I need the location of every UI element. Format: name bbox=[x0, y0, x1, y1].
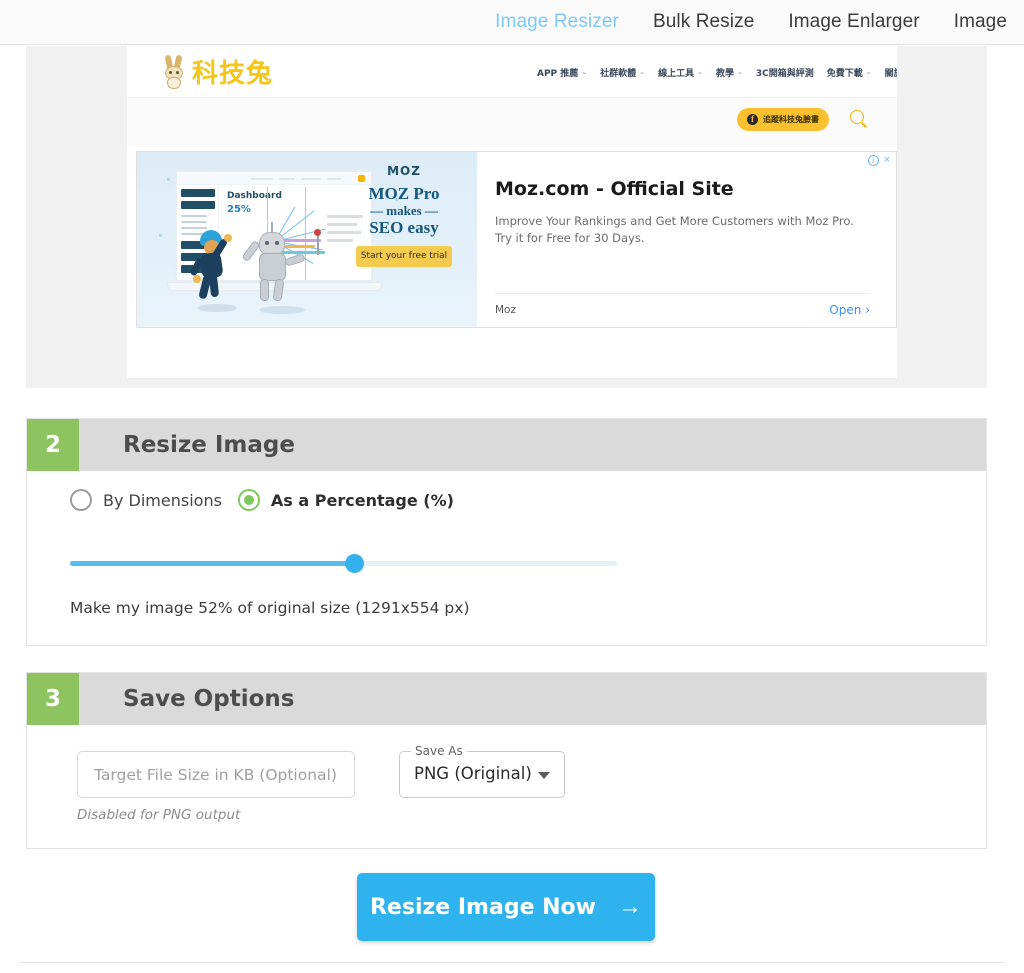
preview-nav-label-3: 教學 bbox=[715, 68, 734, 79]
nav-item-image[interactable]: Image bbox=[937, 11, 1024, 33]
preview-nav-label-6: 關於科技兔 bbox=[884, 68, 897, 79]
preview-nav-item-5[interactable]: 免費下載 ⌄ bbox=[827, 66, 872, 79]
radio-by-dimensions-label: By Dimensions bbox=[103, 490, 222, 510]
preview-nav-label-5: 免費下載 bbox=[826, 68, 863, 79]
target-file-size-input[interactable] bbox=[77, 751, 355, 798]
preview-follow-facebook-button[interactable]: f 追蹤科技兔臉書 bbox=[737, 108, 829, 131]
moz-logo: MOZ bbox=[387, 164, 421, 178]
preview-site-logo: 科技兔 bbox=[163, 53, 273, 90]
ad-open-label: Open bbox=[829, 303, 862, 317]
radio-as-percentage-indicator[interactable] bbox=[237, 489, 260, 511]
preview-follow-label: 追蹤科技兔臉書 bbox=[763, 115, 819, 124]
preview-nav-item-2[interactable]: 線上工具 ⌄ bbox=[658, 66, 703, 79]
slider-fill bbox=[70, 561, 355, 566]
preview-nav-item-3[interactable]: 教學 ⌄ bbox=[716, 66, 743, 79]
rabbit-logo-icon bbox=[163, 54, 185, 89]
chevron-down-icon: ⌄ bbox=[697, 68, 703, 76]
radio-as-percentage-label: As a Percentage (%) bbox=[270, 490, 454, 510]
ad-headline-line-2: — makes — bbox=[370, 202, 438, 218]
robot-character-illustration bbox=[241, 222, 306, 302]
chevron-down-icon[interactable] bbox=[538, 772, 550, 779]
preview-site-subbar: f 追蹤科技兔臉書 bbox=[127, 98, 897, 146]
chevron-right-icon: › bbox=[865, 303, 870, 317]
ad-creative-cta-button[interactable]: Start your free trial bbox=[356, 246, 452, 268]
slider-thumb[interactable] bbox=[345, 554, 365, 573]
section-3-title: Save Options bbox=[123, 686, 295, 712]
resize-mode-radio-group: By Dimensions As a Percentage (%) bbox=[70, 489, 454, 511]
radio-by-dimensions[interactable]: By Dimensions bbox=[70, 489, 222, 511]
ad-description: Improve Your Rankings and Get More Custo… bbox=[495, 214, 854, 246]
radio-by-dimensions-indicator[interactable] bbox=[70, 489, 92, 511]
top-navigation-bar: Image Resizer Bulk Resize Image Enlarger… bbox=[0, 0, 1024, 45]
section-2-header: 2 Resize Image bbox=[27, 419, 986, 471]
ad-headline-line-1: MOZ Pro bbox=[368, 184, 440, 203]
adchoices-icon[interactable]: i bbox=[867, 155, 879, 166]
ad-brand-name: Moz bbox=[495, 304, 516, 316]
section-save-options: 3 Save Options Disabled for PNG output S… bbox=[26, 672, 987, 849]
resize-caption: Make my image 52% of original size (1291… bbox=[70, 599, 470, 617]
section-3-number: 3 bbox=[27, 673, 79, 725]
section-2-title: Resize Image bbox=[123, 432, 295, 458]
search-icon[interactable] bbox=[850, 110, 869, 129]
section-resize-image: 2 Resize Image By Dimensions As a Percen… bbox=[26, 418, 987, 646]
preview-nav-item-6[interactable]: 關於科技兔 bbox=[885, 66, 897, 79]
save-as-label: Save As bbox=[411, 744, 467, 758]
image-preview-pane: 科技兔 APP 推薦 ⌄ 社群軟體 ⌄ 線上工具 ⌄ 教學 ⌄ 3C開箱與評測 … bbox=[26, 46, 987, 388]
ad-controls: i × bbox=[867, 155, 890, 166]
facebook-icon: f bbox=[747, 114, 758, 125]
save-as-select[interactable]: Save As PNG (Original) bbox=[399, 744, 565, 798]
close-icon[interactable]: × bbox=[884, 155, 890, 166]
chevron-down-icon: ⌄ bbox=[736, 68, 743, 76]
resize-image-now-button[interactable]: Resize Image Now → bbox=[357, 873, 655, 941]
preview-nav-label-1: 社群軟體 bbox=[600, 68, 637, 79]
bottom-divider bbox=[20, 962, 1004, 963]
preview-nav-label-0: APP 推薦 bbox=[537, 68, 579, 79]
ad-info-panel: i × Moz.com - Official Site Improve Your… bbox=[477, 152, 896, 327]
preview-nav-label-4: 3C開箱與評測 bbox=[755, 68, 814, 79]
chevron-down-icon: ⌄ bbox=[865, 68, 872, 76]
ad-headline-line-3: SEO easy bbox=[369, 218, 439, 238]
preview-nav-label-2: 線上工具 bbox=[658, 68, 695, 79]
section-2-number: 2 bbox=[27, 419, 79, 471]
preview-nav-item-0[interactable]: APP 推薦 ⌄ bbox=[537, 66, 587, 79]
ad-creative-headline: MOZ Pro — makes — SEO easy bbox=[345, 184, 463, 238]
percentage-slider[interactable] bbox=[70, 551, 617, 575]
file-size-note: Disabled for PNG output bbox=[77, 807, 241, 823]
preview-site-header: 科技兔 APP 推薦 ⌄ 社群軟體 ⌄ 線上工具 ⌄ 教學 ⌄ 3C開箱與評測 … bbox=[127, 46, 897, 98]
ad-dashboard-title: Dashboard bbox=[227, 191, 282, 201]
resize-image-now-label: Resize Image Now bbox=[369, 894, 596, 920]
chevron-down-icon: ⌄ bbox=[581, 68, 588, 76]
ad-title[interactable]: Moz.com - Official Site bbox=[495, 178, 870, 200]
chevron-down-icon: ⌄ bbox=[639, 68, 646, 76]
section-2-body: By Dimensions As a Percentage (%) Make m… bbox=[27, 471, 986, 646]
nav-item-image-enlarger[interactable]: Image Enlarger bbox=[771, 11, 936, 33]
preview-advertisement: Dashboard 25% MOZ MOZ Pro — makes — SEO … bbox=[136, 151, 897, 328]
preview-nav-item-4[interactable]: 3C開箱與評測 bbox=[756, 66, 814, 79]
previewed-image: 科技兔 APP 推薦 ⌄ 社群軟體 ⌄ 線上工具 ⌄ 教學 ⌄ 3C開箱與評測 … bbox=[127, 46, 897, 378]
nav-item-image-resizer[interactable]: Image Resizer bbox=[478, 11, 636, 33]
preview-site-nav: APP 推薦 ⌄ 社群軟體 ⌄ 線上工具 ⌄ 教學 ⌄ 3C開箱與評測 免費下載… bbox=[537, 46, 897, 98]
preview-site-logo-text: 科技兔 bbox=[192, 59, 274, 89]
arrow-right-icon: → bbox=[618, 893, 642, 920]
save-as-value: PNG (Original) bbox=[414, 764, 532, 783]
section-3-header: 3 Save Options bbox=[27, 673, 986, 725]
nav-item-bulk-resize[interactable]: Bulk Resize bbox=[636, 11, 771, 33]
radio-as-percentage[interactable]: As a Percentage (%) bbox=[237, 489, 454, 511]
ad-footer: Moz Open › bbox=[495, 293, 870, 317]
preview-nav-item-1[interactable]: 社群軟體 ⌄ bbox=[600, 66, 645, 79]
ad-open-link[interactable]: Open › bbox=[829, 303, 870, 317]
section-3-body: Disabled for PNG output Save As PNG (Ori… bbox=[27, 725, 986, 849]
ad-creative-copy: MOZ MOZ Pro — makes — SEO easy Start you… bbox=[345, 164, 463, 268]
ad-dashboard-percent: 25% bbox=[227, 204, 251, 215]
ad-creative-image: Dashboard 25% MOZ MOZ Pro — makes — SEO … bbox=[137, 152, 477, 327]
boy-character-illustration bbox=[189, 230, 243, 300]
